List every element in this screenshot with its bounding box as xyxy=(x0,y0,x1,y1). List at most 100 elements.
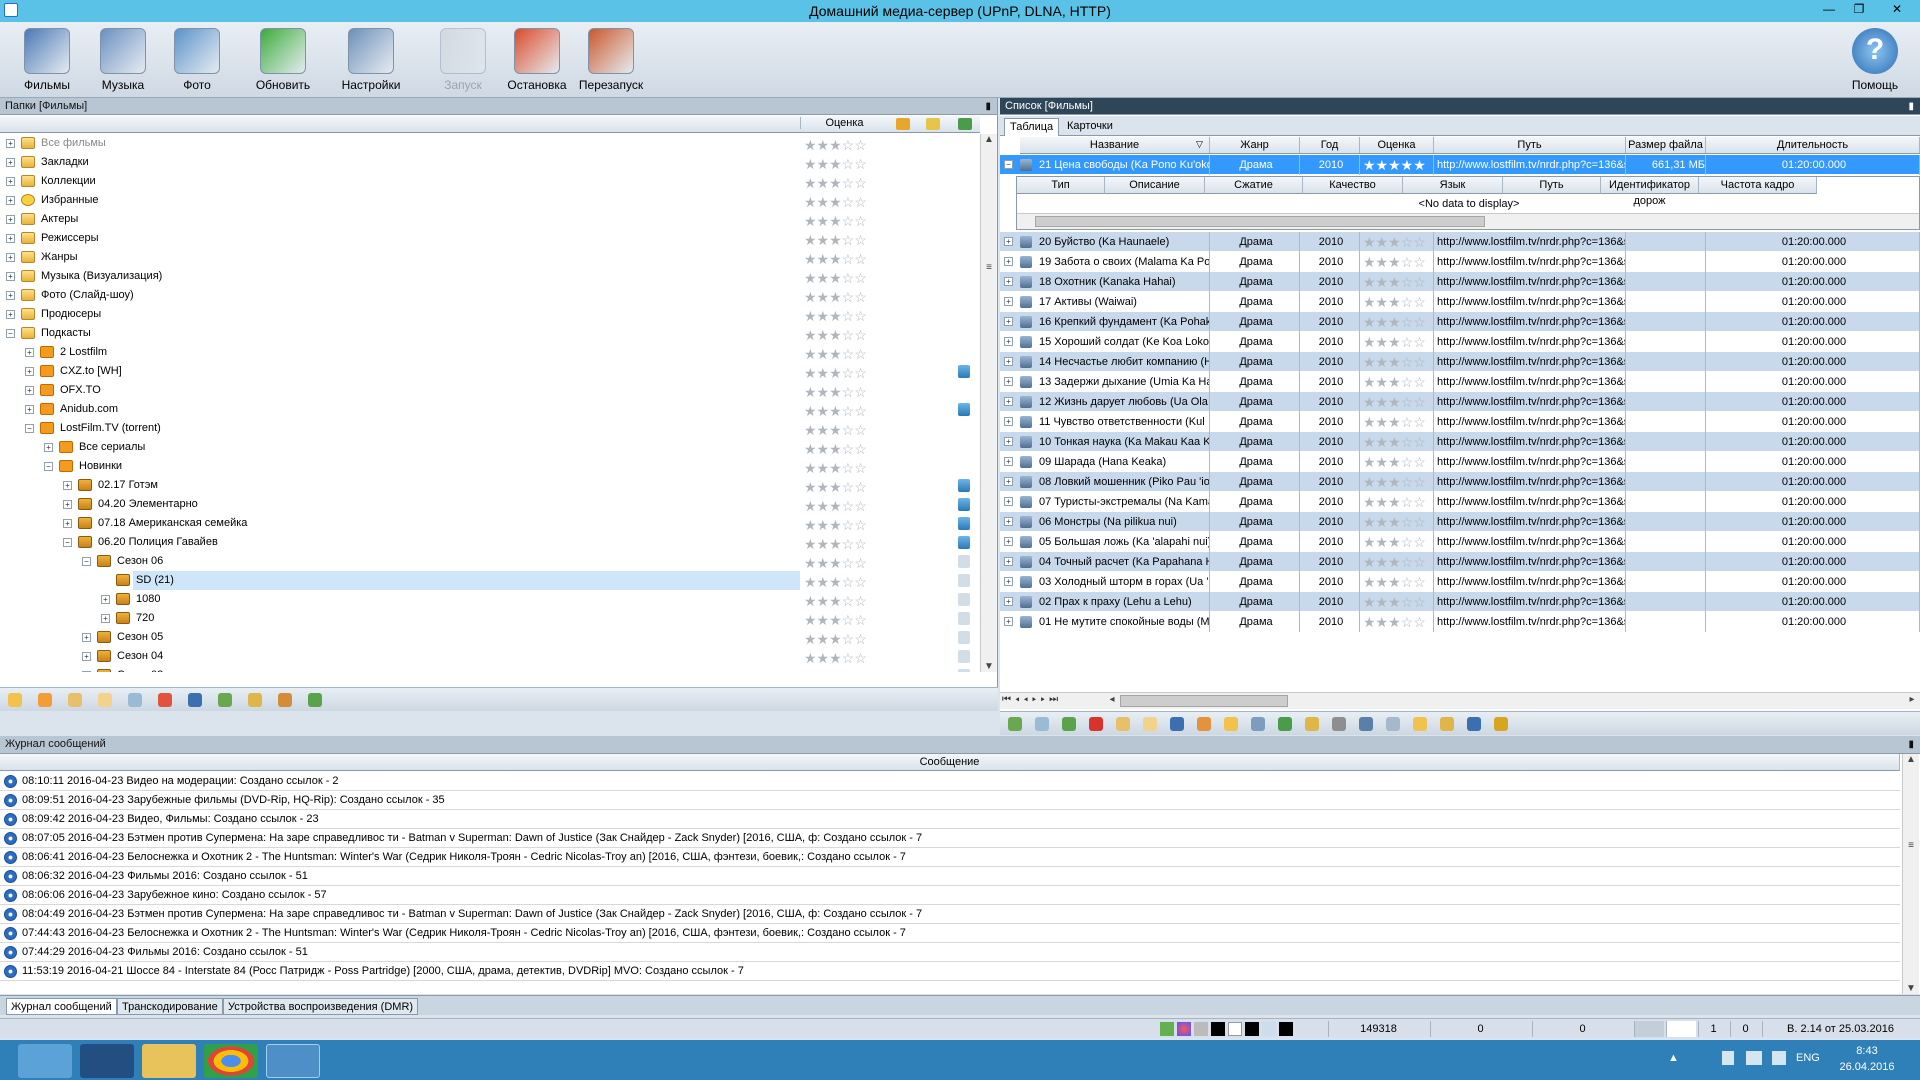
expand-icon[interactable]: + xyxy=(6,215,15,224)
list-tool-icon[interactable] xyxy=(1494,717,1508,731)
tab-table[interactable]: Таблица xyxy=(1004,118,1060,136)
expand-icon[interactable]: + xyxy=(63,481,72,490)
tree-item[interactable]: +07.18 Американская семейка ★★★☆☆ xyxy=(0,514,980,533)
expand-icon[interactable]: + xyxy=(1004,497,1013,506)
tree-tool-icon[interactable] xyxy=(98,693,112,707)
record-navigator[interactable]: ⏮◂◂▸▸⏭ xyxy=(1002,694,1062,705)
log-row[interactable]: 08:09:51 2016-04-23 Зарубежные фильмы (D… xyxy=(0,791,1900,810)
expand-icon[interactable]: + xyxy=(1004,417,1013,426)
expand-icon[interactable]: + xyxy=(6,158,15,167)
folder-tree[interactable]: + Все фильмы ★★★☆☆ + Закладки ★★★☆☆ + Коллекции… xyxy=(0,134,980,672)
list-tool-icon[interactable] xyxy=(1251,717,1265,731)
log-row[interactable]: 08:10:11 2016-04-23 Видео на модерации: … xyxy=(0,772,1900,791)
tree-tool-icon[interactable] xyxy=(278,693,292,707)
list-tool-icon[interactable] xyxy=(1089,717,1103,731)
expand-icon[interactable]: + xyxy=(6,234,15,243)
tree-item[interactable]: − Подкасты ★★★☆☆ xyxy=(0,324,980,343)
list-tool-icon[interactable] xyxy=(1116,717,1130,731)
table-row[interactable]: +11 Чувство ответственности (Kul Драма 201… xyxy=(1000,412,1920,432)
collapse-icon[interactable]: − xyxy=(1004,160,1013,169)
download-icon[interactable] xyxy=(958,517,970,530)
list-tool-icon[interactable] xyxy=(1467,717,1481,731)
tree-item[interactable]: +1080 ★★★☆☆ xyxy=(0,590,980,609)
tree-item[interactable]: + Anidub.com ★★★☆☆ xyxy=(0,400,980,419)
expand-icon[interactable]: + xyxy=(1004,537,1013,546)
expand-icon[interactable]: + xyxy=(1004,597,1013,606)
download-icon[interactable] xyxy=(958,593,970,606)
list-tool-icon[interactable] xyxy=(1008,717,1022,731)
tree-tool-icon[interactable] xyxy=(68,693,82,707)
download-icon[interactable] xyxy=(958,650,970,663)
list-tool-icon[interactable] xyxy=(1440,717,1454,731)
expand-icon[interactable]: + xyxy=(1004,477,1013,486)
detail-column-header[interactable]: Идентификатор дорож xyxy=(1601,177,1699,207)
tree-tool-icon[interactable] xyxy=(128,693,142,707)
table-row[interactable]: +18 Охотник (Kanaka Hahai) Драма 2010 ★★★☆☆… xyxy=(1000,272,1920,292)
expand-icon[interactable]: + xyxy=(1004,517,1013,526)
tree-item[interactable]: +720 ★★★☆☆ xyxy=(0,609,980,628)
log-vscroll[interactable]: ▲ ≡ ▼ xyxy=(1902,754,1919,994)
language-indicator[interactable]: ENG xyxy=(1796,1052,1820,1064)
column-header[interactable]: Длительность xyxy=(1706,137,1920,154)
tree-item[interactable]: +02.17 Готэм ★★★☆☆ xyxy=(0,476,980,495)
tree-tool-icon[interactable] xyxy=(158,693,172,707)
download-icon[interactable] xyxy=(958,365,970,378)
list-tool-icon[interactable] xyxy=(1332,717,1346,731)
explorer-icon[interactable] xyxy=(142,1044,196,1078)
hscroll-thumb[interactable] xyxy=(1120,695,1288,707)
table-row[interactable]: +16 Крепкий фундамент (Ka Pohak Драма 2010… xyxy=(1000,312,1920,332)
expand-icon[interactable]: + xyxy=(1004,337,1013,346)
table-row[interactable]: +12 Жизнь дарует любовь (Ua Ola Драма 2010… xyxy=(1000,392,1920,412)
stop-button[interactable]: Остановка xyxy=(502,26,572,92)
expand-icon[interactable]: + xyxy=(1004,457,1013,466)
start-button[interactable]: Запуск xyxy=(428,26,498,92)
tree-item[interactable]: −06.20 Полиция Гавайев ★★★☆☆ xyxy=(0,533,980,552)
table-row[interactable]: +20 Буйство (Ka Haunaele) Драма 2010 ★★★☆☆ h… xyxy=(1000,232,1920,252)
expand-icon[interactable]: + xyxy=(1004,257,1013,266)
download-icon[interactable] xyxy=(958,498,970,511)
table-row[interactable]: +14 Несчастье любит компанию (H Драма 2010… xyxy=(1000,352,1920,372)
powershell-icon[interactable] xyxy=(80,1044,134,1078)
scroll-down-arrow[interactable]: ▼ xyxy=(1903,983,1919,994)
tree-item[interactable]: + OFX.TO ★★★☆☆ xyxy=(0,381,980,400)
detail-column-header[interactable]: Сжатие xyxy=(1205,177,1303,194)
expand-icon[interactable]: + xyxy=(1004,377,1013,386)
help-button[interactable]: ? Помощь xyxy=(1840,26,1910,92)
download-icon[interactable] xyxy=(958,631,970,644)
scroll-left-arrow[interactable]: ◂ xyxy=(1104,694,1120,705)
scroll-grip-icon[interactable]: ≡ xyxy=(981,262,997,273)
log-row[interactable]: 08:04:49 2016-04-23 Бэтмен против Суперм… xyxy=(0,905,1900,924)
expand-icon[interactable]: + xyxy=(6,310,15,319)
download-icon[interactable] xyxy=(958,612,970,625)
list-tool-icon[interactable] xyxy=(1413,717,1427,731)
sync-column-icon[interactable] xyxy=(896,118,910,130)
expand-icon[interactable]: + xyxy=(1004,277,1013,286)
clock-date[interactable]: 26.04.2016 xyxy=(1832,1061,1902,1073)
expand-icon[interactable]: + xyxy=(1004,437,1013,446)
scroll-up-arrow[interactable]: ▲ xyxy=(1903,754,1919,765)
expand-icon[interactable]: + xyxy=(1004,357,1013,366)
tray-arrow-icon[interactable]: ▲ xyxy=(1668,1052,1679,1064)
tree-item[interactable]: − Новинки ★★★☆☆ xyxy=(0,457,980,476)
hscroll-thumb[interactable] xyxy=(1035,216,1485,227)
collapse-icon[interactable]: − xyxy=(25,424,34,433)
chrome-icon[interactable] xyxy=(204,1044,258,1078)
list-tool-icon[interactable] xyxy=(1170,717,1184,731)
tree-tool-icon[interactable] xyxy=(188,693,202,707)
tree-item[interactable]: + Все фильмы ★★★☆☆ xyxy=(0,134,980,153)
table-row[interactable]: +09 Шарада (Hana Keaka) Драма 2010 ★★★☆☆ htt… xyxy=(1000,452,1920,472)
expand-icon[interactable]: + xyxy=(101,595,110,604)
table-row[interactable]: +05 Большая ложь (Ka 'alapahi nui) Драма 2… xyxy=(1000,532,1920,552)
list-tool-icon[interactable] xyxy=(1305,717,1319,731)
tree-item[interactable]: + Фото (Слайд-шоу) ★★★☆☆ xyxy=(0,286,980,305)
log-row[interactable]: 08:07:05 2016-04-23 Бэтмен против Суперм… xyxy=(0,829,1900,848)
tree-tool-icon[interactable] xyxy=(8,693,22,707)
tree-item[interactable]: +04.20 Элементарно ★★★☆☆ xyxy=(0,495,980,514)
list-tool-icon[interactable] xyxy=(1062,717,1076,731)
expand-icon[interactable]: + xyxy=(6,196,15,205)
list-hscroll[interactable]: ⏮◂◂▸▸⏭ ◂ ▸ xyxy=(1000,692,1920,709)
collapse-icon[interactable]: − xyxy=(6,329,15,338)
collapse-icon[interactable]: − xyxy=(44,462,53,471)
tree-vscroll[interactable]: ▲ ≡ ▼ xyxy=(980,134,997,672)
expand-icon[interactable]: + xyxy=(82,652,91,661)
